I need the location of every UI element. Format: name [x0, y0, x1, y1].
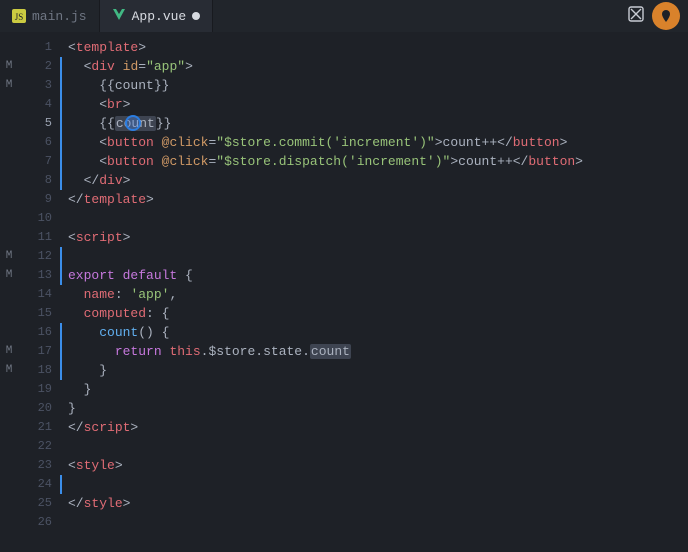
line-number: 9 — [18, 190, 62, 209]
scm-marker — [0, 171, 18, 190]
code-line[interactable]: <div id="app"> — [62, 57, 656, 76]
code-line[interactable]: count() { — [62, 323, 656, 342]
line-number: 22 — [18, 437, 62, 456]
scm-marker — [0, 437, 18, 456]
line-number: 8 — [18, 171, 62, 190]
scm-marker-strip: MMMMMM — [0, 32, 18, 552]
line-number: 15 — [18, 304, 62, 323]
code-area[interactable]: <template> <div id="app"> {{count}} <br>… — [62, 32, 656, 552]
code-line[interactable]: {{count}} — [62, 76, 656, 95]
line-number: 17 — [18, 342, 62, 361]
scm-marker — [0, 152, 18, 171]
scm-marker: M — [0, 361, 18, 380]
editor: MMMMMM 123456789101112131415161718192021… — [0, 32, 688, 552]
code-line[interactable]: </style> — [62, 494, 656, 513]
scm-marker — [0, 285, 18, 304]
line-number: 11 — [18, 228, 62, 247]
line-number: 19 — [18, 380, 62, 399]
code-line[interactable]: return this.$store.state.count — [62, 342, 656, 361]
scm-marker: M — [0, 247, 18, 266]
code-line[interactable] — [62, 209, 656, 228]
line-number: 20 — [18, 399, 62, 418]
code-line[interactable]: </script> — [62, 418, 656, 437]
scm-marker — [0, 418, 18, 437]
code-line[interactable]: <br> — [62, 95, 656, 114]
scm-marker — [0, 228, 18, 247]
code-line[interactable] — [62, 247, 656, 266]
line-number: 18 — [18, 361, 62, 380]
scm-marker — [0, 38, 18, 57]
code-line[interactable]: <style> — [62, 456, 656, 475]
code-line[interactable]: } — [62, 380, 656, 399]
line-number: 2 — [18, 57, 62, 76]
vue-icon — [112, 7, 126, 25]
code-line[interactable]: name: 'app', — [62, 285, 656, 304]
scm-marker — [0, 513, 18, 532]
line-number: 1 — [18, 38, 62, 57]
line-number: 14 — [18, 285, 62, 304]
line-number: 6 — [18, 133, 62, 152]
line-number-gutter: 1234567891011121314151617181920212223242… — [18, 32, 62, 552]
scm-marker — [0, 494, 18, 513]
scm-marker — [0, 323, 18, 342]
code-line[interactable]: <button @click="$store.commit('increment… — [62, 133, 656, 152]
scm-marker — [0, 380, 18, 399]
compare-icon[interactable] — [628, 6, 644, 26]
editor-tabs: JS main.js App.vue — [0, 0, 688, 32]
line-number: 7 — [18, 152, 62, 171]
scm-marker — [0, 133, 18, 152]
line-number: 16 — [18, 323, 62, 342]
scm-marker: M — [0, 76, 18, 95]
code-line[interactable]: computed: { — [62, 304, 656, 323]
line-number: 21 — [18, 418, 62, 437]
code-line[interactable]: </template> — [62, 190, 656, 209]
scm-marker — [0, 209, 18, 228]
code-line[interactable]: export default { — [62, 266, 656, 285]
scm-marker: M — [0, 266, 18, 285]
line-number: 4 — [18, 95, 62, 114]
code-line[interactable]: <button @click="$store.dispatch('increme… — [62, 152, 656, 171]
scm-marker — [0, 304, 18, 323]
tab-app-vue[interactable]: App.vue — [100, 0, 214, 32]
code-line[interactable]: </div> — [62, 171, 656, 190]
code-line[interactable] — [62, 475, 656, 494]
line-number: 23 — [18, 456, 62, 475]
scm-marker — [0, 190, 18, 209]
code-line[interactable]: } — [62, 399, 656, 418]
tab-label: App.vue — [132, 9, 187, 24]
scm-marker — [0, 114, 18, 133]
code-line[interactable]: <script> — [62, 228, 656, 247]
minimap[interactable] — [656, 32, 688, 552]
line-number: 24 — [18, 475, 62, 494]
line-number: 5 — [18, 114, 62, 133]
line-number: 3 — [18, 76, 62, 95]
line-number: 10 — [18, 209, 62, 228]
avatar[interactable] — [652, 2, 680, 30]
line-number: 12 — [18, 247, 62, 266]
scm-marker: M — [0, 57, 18, 76]
line-number: 26 — [18, 513, 62, 532]
scm-marker — [0, 456, 18, 475]
scm-marker: M — [0, 342, 18, 361]
line-number: 13 — [18, 266, 62, 285]
line-number: 25 — [18, 494, 62, 513]
code-line[interactable]: <template> — [62, 38, 656, 57]
code-line[interactable]: } — [62, 361, 656, 380]
code-line[interactable] — [62, 513, 656, 532]
javascript-icon: JS — [12, 9, 26, 23]
code-line[interactable] — [62, 437, 656, 456]
svg-text:JS: JS — [15, 12, 24, 22]
code-line[interactable]: {{count}} — [62, 114, 656, 133]
editor-top-right — [628, 2, 680, 30]
scm-marker — [0, 475, 18, 494]
tab-main-js[interactable]: JS main.js — [0, 0, 100, 32]
scm-marker — [0, 399, 18, 418]
dirty-dot-icon — [192, 12, 200, 20]
tab-label: main.js — [32, 9, 87, 24]
scm-marker — [0, 95, 18, 114]
